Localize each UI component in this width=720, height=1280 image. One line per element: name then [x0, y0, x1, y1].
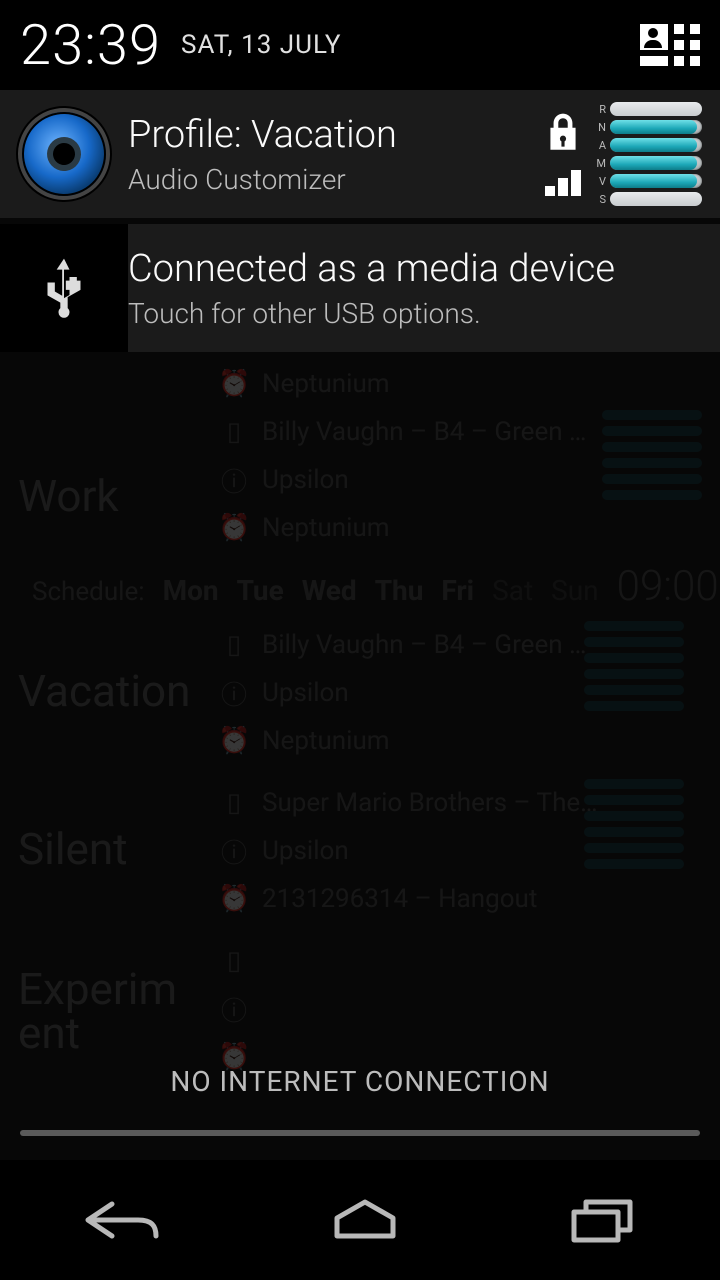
- status-date: SAT, 13 JULY: [181, 30, 342, 60]
- phone-icon: ▯: [218, 788, 250, 818]
- no-internet-banner: NO INTERNET CONNECTION: [0, 1065, 720, 1098]
- schedule-time: 09:00: [617, 562, 720, 611]
- notification-title: Profile: Vacation: [128, 113, 528, 157]
- home-button[interactable]: [325, 1196, 405, 1244]
- navigation-bar: [0, 1160, 720, 1280]
- phone-icon: ▯: [218, 630, 250, 660]
- bg-row-text: Upsilon: [262, 465, 349, 495]
- alarm-icon: ⏰: [218, 726, 250, 756]
- alarm-icon: ⏰: [218, 884, 250, 914]
- schedule-day: Tue: [237, 574, 284, 607]
- info-icon: ⓘ: [218, 833, 250, 870]
- vol-label: N: [596, 121, 606, 134]
- notification-usb[interactable]: Connected as a media device Touch for ot…: [0, 224, 720, 352]
- bg-row-text: Neptunium: [262, 513, 390, 543]
- shade-handle[interactable]: [20, 1130, 700, 1136]
- bg-row-text: Neptunium: [262, 726, 390, 756]
- schedule-day: Sun: [551, 574, 599, 607]
- schedule-day: Fri: [441, 574, 474, 607]
- schedule-day: Wed: [302, 574, 357, 607]
- bg-row-text: Billy Vaughn – B4 – Green Grass…: [262, 630, 602, 660]
- bg-row-text: Upsilon: [262, 836, 349, 866]
- vol-label: V: [596, 175, 606, 188]
- info-icon: ⓘ: [218, 675, 250, 712]
- alarm-icon: ⏰: [218, 513, 250, 543]
- info-icon: ⓘ: [218, 991, 250, 1028]
- usb-icon: [42, 258, 86, 318]
- vol-label: M: [596, 157, 606, 170]
- vol-label: S: [596, 193, 606, 206]
- schedule-day: Mon: [163, 574, 219, 607]
- volume-bars: R N A M V S: [596, 102, 702, 206]
- notification-subtitle: Audio Customizer: [128, 163, 528, 196]
- phone-icon: ▯: [218, 417, 250, 447]
- status-time: 23:39: [20, 12, 161, 78]
- profile-name-experiment: Experiment: [18, 957, 177, 1065]
- signal-steps-icon: [545, 166, 581, 196]
- schedule-label: Schedule:: [32, 577, 145, 607]
- bg-row-text: Billy Vaughn – B4 – Green Grass…: [262, 417, 602, 447]
- profile-name-work: Work: [18, 460, 119, 532]
- speaker-icon: [0, 90, 128, 218]
- quick-settings-icon[interactable]: [640, 24, 700, 66]
- bg-row-text: 2131296314 – Hangout: [262, 884, 537, 914]
- notification-shade: Profile: Vacation Audio Customizer R N A…: [0, 90, 720, 352]
- alarm-icon: ⏰: [218, 369, 250, 399]
- notification-subtitle: Touch for other USB options.: [128, 297, 704, 330]
- bg-row-text: Super Mario Brothers – Theme…: [262, 788, 602, 818]
- profile-name-vacation: Vacation: [18, 655, 190, 727]
- bg-row-text: Neptunium: [262, 369, 390, 399]
- notification-audio-profile[interactable]: Profile: Vacation Audio Customizer R N A…: [0, 90, 720, 218]
- vol-label: R: [596, 103, 606, 116]
- profile-name-silent: Silent: [18, 813, 128, 885]
- recents-button[interactable]: [562, 1196, 642, 1244]
- vol-label: A: [596, 139, 606, 152]
- back-button[interactable]: [78, 1196, 168, 1244]
- notification-title: Connected as a media device: [128, 247, 704, 291]
- schedule-day: Sat: [492, 574, 533, 607]
- schedule-row: Schedule: Mon Tue Wed Thu Fri Sat Sun 09…: [18, 552, 702, 621]
- schedule-day: Thu: [375, 574, 424, 607]
- statusbar: 23:39 SAT, 13 JULY: [0, 0, 720, 90]
- info-icon: ⓘ: [218, 462, 250, 499]
- audio-widget-cluster: R N A M V S: [544, 102, 720, 206]
- bg-row-text: Upsilon: [262, 678, 349, 708]
- lock-icon: [544, 112, 582, 156]
- phone-icon: ▯: [218, 946, 250, 976]
